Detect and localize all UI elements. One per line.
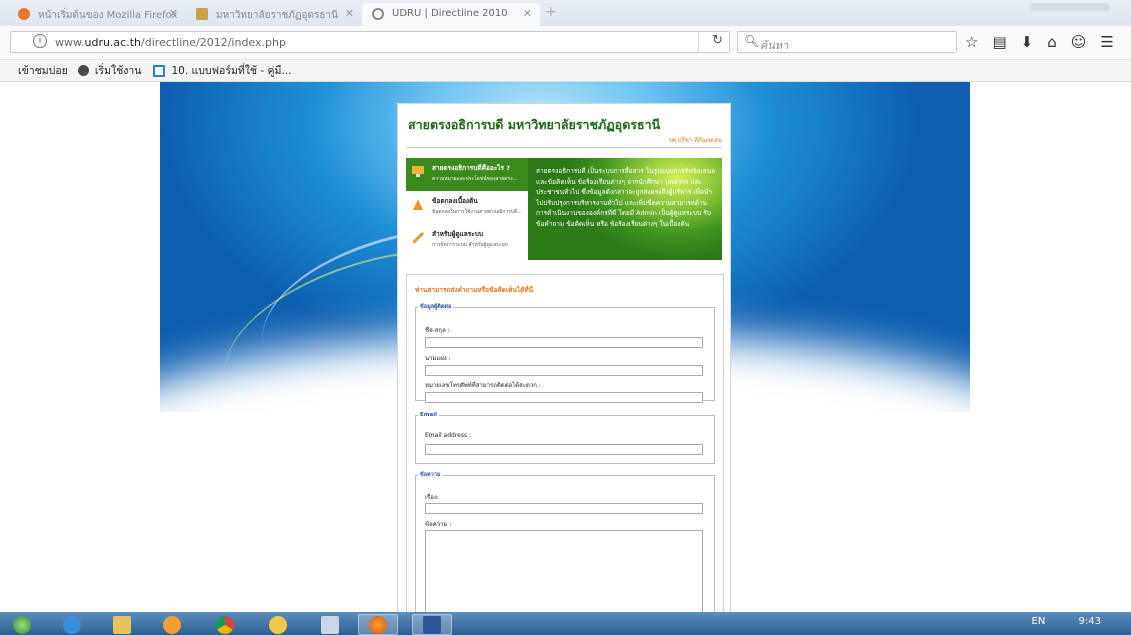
word-icon[interactable] — [412, 614, 452, 635]
name-label: ชื่อ-สกุล : — [425, 327, 450, 334]
media-player-icon[interactable] — [152, 614, 192, 635]
globe-icon — [77, 65, 89, 76]
name-input[interactable] — [425, 337, 703, 348]
page-title: สายตรงอธิการบดี มหาวิทยาลัยราชภัฏอุดรธาน… — [408, 117, 661, 132]
url-bar[interactable]: i www.udru.ac.th/directline/2012/index.p… — [10, 31, 730, 53]
menu-item-title: ข้อตกลงเบื้องต้น — [432, 197, 478, 205]
search-icon: 🔍︎ — [744, 34, 760, 48]
menu-item-terms[interactable]: ข้อตกลงเบื้องต้น ข้อตกลงในการใช้งานสายตร… — [406, 191, 532, 224]
new-tab-icon[interactable]: + — [545, 4, 557, 20]
menu-item-title: สายตรงอธิการบดีคืออะไร ? — [432, 164, 511, 172]
chrome-icon[interactable] — [205, 614, 245, 635]
menu-item-title: สำหรับผู้ดูแลระบบ — [432, 230, 483, 238]
menu-item-desc: ข้อตกลงในการใช้งานสายตรงอธิการบดี... — [432, 209, 523, 215]
tab-firefox-home[interactable]: หน้าเริ่มต้นของ Mozilla Firefox ✕ — [8, 3, 186, 26]
tab-bar: หน้าเริ่มต้นของ Mozilla Firefox ✕ มหาวิท… — [0, 0, 1131, 26]
start-button[interactable] — [2, 614, 42, 635]
page-content: สายตรงอธิการบดี มหาวิทยาลัยราชภัฏอุดรธาน… — [0, 82, 1131, 612]
language-indicator[interactable]: EN — [1032, 616, 1046, 627]
form-heading: ท่านสามารถส่งคำถามหรือข้อคิดเห็นได้ที่นี… — [415, 286, 534, 294]
bookmarks-bar: เข้าชมบ่อย เริ่มใช้งาน 10. แบบฟอร์มที่ใช… — [0, 60, 1131, 82]
tab-label: หน้าเริ่มต้นของ Mozilla Firefox — [38, 10, 178, 21]
bookmark-most-visited[interactable]: เข้าชมบ่อย — [18, 62, 68, 79]
nickname-label: นามแฝง : — [425, 355, 451, 362]
menu-icon[interactable]: ☰ — [1100, 33, 1113, 51]
folder-icon[interactable] — [102, 614, 142, 635]
personal-fieldset: ข้อมูลผู้ติดต่อ ชื่อ-สกุล : นามแฝง : หมา… — [415, 303, 715, 403]
bookmark-getting-started[interactable]: เริ่มใช้งาน — [95, 62, 142, 79]
nav-bar: i www.udru.ac.th/directline/2012/index.p… — [0, 26, 1131, 60]
university-icon — [196, 8, 208, 20]
search-placeholder: ค้นหา — [760, 39, 789, 52]
star-icon[interactable]: ☆ — [965, 33, 978, 51]
fieldset-legend: ข้อมูลผู้ติดต่อ — [420, 304, 452, 310]
page-subtitle: รศ.ปรีชา ทีกัณฑเสน — [668, 137, 722, 144]
menu-item-admin[interactable]: สำหรับผู้ดูแลระบบ การจัดการระบบ สำหรับผู… — [406, 224, 532, 257]
tab-label: มหาวิทยาลัยราชภัฏอุดรธานี — [216, 10, 338, 21]
globe-icon — [372, 8, 384, 20]
reading-list-icon[interactable]: ▤ — [992, 33, 1006, 51]
system-tray: EN 9:43 — [1032, 616, 1101, 627]
phone-input[interactable] — [425, 392, 703, 403]
subject-label: เรื่อง: — [425, 494, 439, 501]
banner-text: สายตรงอธิการบดี เป็นระบบการสื่อสาร ในรูป… — [536, 167, 716, 228]
ie-icon[interactable] — [52, 614, 92, 635]
close-icon[interactable]: ✕ — [523, 7, 532, 20]
info-banner: สายตรงอธิการบดี เป็นระบบการสื่อสาร ในรูป… — [528, 158, 722, 260]
search-bar[interactable]: 🔍︎ ค้นหา — [737, 31, 957, 53]
tab-directline[interactable]: UDRU | Directline 2010 ✕ — [362, 3, 540, 26]
contact-form: ท่านสามารถส่งคำถามหรือข้อคิดเห็นได้ที่นี… — [406, 274, 724, 612]
toolbar-icons: ☆ ▤ ⬇ ⌂ ☺ ☰ — [965, 33, 1114, 51]
document-icon — [153, 64, 166, 77]
url-text[interactable]: www.udru.ac.th/directline/2012/index.php — [55, 36, 286, 49]
close-icon[interactable]: ✕ — [169, 7, 178, 20]
taskbar: EN 9:43 — [0, 612, 1131, 635]
divider — [406, 147, 722, 148]
side-menu: สายตรงอธิการบดีคืออะไร ? ความหมายและประโ… — [406, 158, 532, 260]
divider — [698, 32, 699, 52]
window-controls[interactable] — [1030, 3, 1110, 11]
firefox-icon[interactable] — [358, 614, 398, 635]
email-fieldset: Email Email address : — [415, 412, 715, 464]
phone-label: หมายเลขโทรศัพท์ที่สามารถติดต่อได้สะดวก : — [425, 382, 541, 389]
fieldset-legend: Email — [420, 412, 437, 418]
tab-label: UDRU | Directline 2010 — [392, 8, 508, 19]
menu-item-about[interactable]: สายตรงอธิการบดีคืออะไร ? ความหมายและประโ… — [406, 158, 532, 191]
app-icon[interactable] — [258, 614, 298, 635]
chat-icon[interactable]: ☺ — [1071, 33, 1087, 51]
pencil-icon — [413, 232, 424, 243]
monitor-icon — [412, 166, 424, 177]
email-label: Email address : — [425, 432, 472, 439]
directline-panel: สายตรงอธิการบดี มหาวิทยาลัยราชภัฏอุดรธาน… — [397, 103, 731, 612]
firefox-icon — [18, 8, 30, 20]
info-icon[interactable]: i — [33, 34, 47, 48]
message-fieldset: ข้อความ เรื่อง: ข้อความ : ⋰ — [415, 471, 715, 612]
fieldset-legend: ข้อความ — [420, 472, 441, 478]
menu-item-desc: ความหมายและประโยชน์ของสายตรง... — [432, 176, 518, 182]
subject-input[interactable] — [425, 503, 703, 514]
menu-item-desc: การจัดการระบบ สำหรับผู้ดูแลระบบ — [432, 242, 508, 248]
mail-icon[interactable] — [310, 614, 350, 635]
cone-icon — [413, 199, 423, 210]
body-label: ข้อความ : — [425, 521, 452, 528]
body-textarea[interactable]: ⋰ — [425, 530, 703, 612]
bookmark-form-link[interactable]: 10. แบบฟอร์มที่ใช้ - คู่มื... — [171, 62, 291, 79]
nickname-input[interactable] — [425, 365, 703, 376]
download-icon[interactable]: ⬇ — [1021, 33, 1034, 51]
tab-udru[interactable]: มหาวิทยาลัยราชภัฏอุดรธานี ✕ — [186, 3, 362, 26]
reload-icon[interactable]: ↻ — [712, 33, 723, 48]
home-icon[interactable]: ⌂ — [1047, 33, 1057, 51]
email-input[interactable] — [425, 444, 703, 455]
clock[interactable]: 9:43 — [1079, 616, 1101, 627]
close-icon[interactable]: ✕ — [345, 7, 354, 20]
